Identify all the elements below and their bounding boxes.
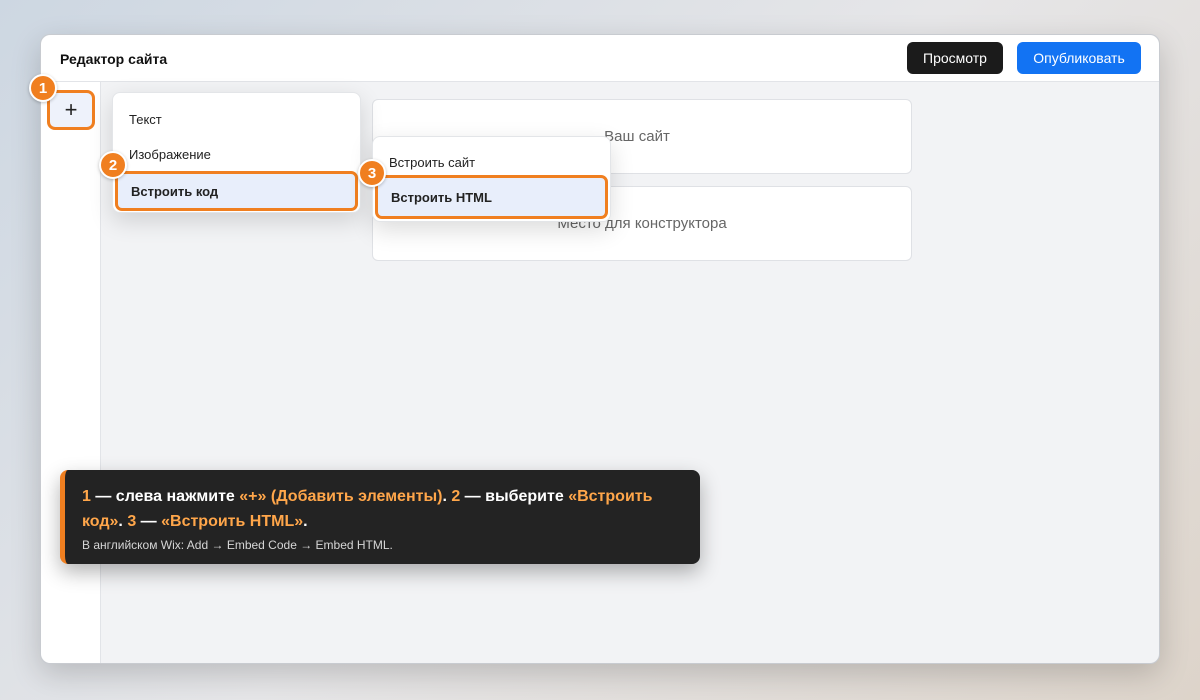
- menu-item-image[interactable]: Изображение: [113, 137, 360, 172]
- editor-window: Редактор сайта Просмотр Опубликовать + 1…: [29, 34, 1160, 664]
- page-title: Редактор сайта: [60, 51, 168, 67]
- menu-item-text[interactable]: Текст: [113, 102, 360, 137]
- publish-button[interactable]: Опубликовать: [1017, 42, 1141, 74]
- add-elements-menu: Текст Изображение Встроить код: [112, 92, 361, 213]
- plus-icon: +: [64, 97, 78, 122]
- step-badge-3: 3: [358, 159, 386, 187]
- step-badge-1: 1: [29, 74, 57, 102]
- top-bar: Редактор сайта Просмотр Опубликовать: [41, 35, 1159, 82]
- instruction-subtext: В английском Wix: Add → Embed Code → Emb…: [82, 538, 393, 552]
- menu-item-embed-code[interactable]: Встроить код: [115, 171, 358, 211]
- step-badge-2: 2: [99, 151, 127, 179]
- preview-button[interactable]: Просмотр: [907, 42, 1003, 74]
- menu-item-embed-html[interactable]: Встроить HTML: [375, 175, 608, 219]
- embed-submenu: Встроить сайт Встроить HTML: [372, 136, 611, 222]
- placeholder-text: Ваш сайт: [604, 128, 670, 145]
- instruction-tooltip: 1 — слева нажмите «+» (Добавить элементы…: [60, 470, 700, 564]
- left-sidebar: [41, 82, 101, 663]
- instruction-text: 1 — слева нажмите «+» (Добавить элементы…: [82, 488, 653, 530]
